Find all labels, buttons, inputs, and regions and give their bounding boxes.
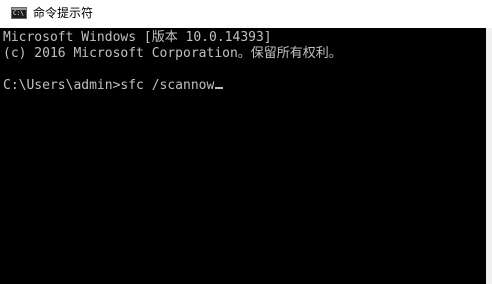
console-command-line[interactable]: C:\Users\admin>sfc /scannow: [3, 78, 224, 94]
command-prompt-window[interactable]: C:\ 命令提示符 Microsoft Windows [版本 10.0.143…: [0, 0, 492, 284]
window-title: 命令提示符: [33, 6, 94, 20]
console-output-area[interactable]: Microsoft Windows [版本 10.0.14393] (c) 20…: [0, 28, 486, 284]
cmd-icon: C:\: [11, 7, 27, 19]
title-bar[interactable]: C:\ 命令提示符: [0, 0, 492, 28]
vertical-scrollbar[interactable]: [486, 28, 492, 284]
console-command-text: C:\Users\admin>sfc /scannow: [3, 78, 215, 93]
console-line-copyright: (c) 2016 Microsoft Corporation。保留所有权利。: [3, 46, 342, 61]
console-line-version: Microsoft Windows [版本 10.0.14393]: [3, 30, 272, 45]
text-cursor: [215, 87, 224, 89]
icon-prompt-glyph: C:\: [13, 10, 24, 17]
